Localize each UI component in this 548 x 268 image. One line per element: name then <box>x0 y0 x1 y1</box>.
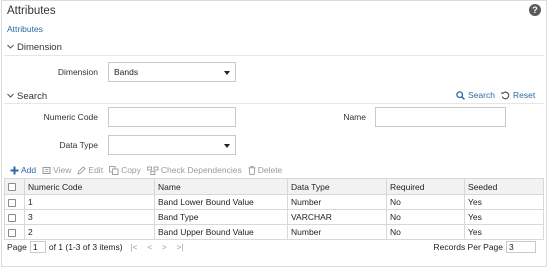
cell-numeric-code: 3 <box>24 209 155 225</box>
data-type-label: Data Type <box>59 140 98 150</box>
records-per-page-label: Records Per Page <box>433 242 503 252</box>
dimension-section-title: Dimension <box>17 42 62 53</box>
column-header-name[interactable]: Name <box>154 178 288 195</box>
add-button-label: Add <box>21 165 37 175</box>
cell-name: Band Upper Bound Value <box>154 224 288 240</box>
records-per-page-input[interactable]: 3 <box>506 241 536 253</box>
page-title: Attributes <box>7 5 56 17</box>
check-dependencies-button[interactable]: Check Dependencies <box>146 165 242 175</box>
data-type-select[interactable] <box>108 135 236 155</box>
search-section-toggle[interactable]: Search <box>7 91 47 102</box>
cell-seeded: Yes <box>464 209 544 225</box>
dimension-select-value: Bands <box>114 67 139 77</box>
cell-required: No <box>386 194 465 210</box>
dimension-label: Dimension <box>57 67 98 77</box>
copy-icon <box>109 165 119 175</box>
chevron-down-icon <box>7 93 14 98</box>
table-row[interactable]: 3 Band Type VARCHAR No Yes <box>4 209 544 225</box>
row-checkbox[interactable] <box>8 198 16 207</box>
cell-name: Band Lower Bound Value <box>154 194 288 210</box>
breadcrumb[interactable]: Attributes <box>7 24 43 34</box>
previous-page-icon[interactable]: < <box>147 243 152 252</box>
view-button-label: View <box>53 165 72 175</box>
row-select-cell[interactable] <box>4 194 25 210</box>
column-header-data-type[interactable]: Data Type <box>287 178 387 195</box>
reset-icon <box>501 91 510 99</box>
column-header-numeric-code[interactable]: Numeric Code <box>24 178 155 195</box>
select-all-checkbox[interactable] <box>8 183 16 192</box>
delete-button-label: Delete <box>257 165 283 175</box>
row-select-cell[interactable] <box>4 209 25 225</box>
cell-required: No <box>386 224 465 240</box>
table-row[interactable]: 2 Band Upper Bound Value Number No Yes <box>4 224 544 240</box>
cell-data-type: VARCHAR <box>287 209 387 225</box>
search-button-label: Search <box>468 90 495 100</box>
cell-seeded: Yes <box>464 224 544 240</box>
search-section-title: Search <box>17 91 48 102</box>
view-button[interactable]: View <box>42 165 71 175</box>
caret-down-icon <box>224 71 230 75</box>
select-all-cell[interactable] <box>4 178 25 195</box>
cell-numeric-code: 2 <box>24 224 155 240</box>
attributes-table: Numeric Code Name Data Type Required See… <box>4 178 544 240</box>
column-header-required[interactable]: Required <box>386 178 465 195</box>
section-divider <box>4 55 544 56</box>
copy-button-label: Copy <box>121 165 141 175</box>
copy-button[interactable]: Copy <box>109 165 141 175</box>
row-select-cell[interactable] <box>4 224 25 240</box>
search-icon <box>456 90 465 100</box>
cell-seeded: Yes <box>464 194 544 210</box>
edit-icon <box>77 165 87 175</box>
caret-down-icon <box>224 144 230 148</box>
help-icon[interactable]: ? <box>529 4 541 16</box>
edit-button[interactable]: Edit <box>77 165 103 175</box>
delete-button[interactable]: Delete <box>248 165 283 175</box>
view-icon <box>42 166 51 174</box>
pagination-bar: Page 1 of 1 (1-3 of 3 items) |< < > >| R… <box>4 239 543 255</box>
row-checkbox[interactable] <box>8 213 16 222</box>
cell-data-type: Number <box>287 224 387 240</box>
records-per-page: Records Per Page 3 <box>434 241 539 253</box>
dimension-section-toggle[interactable]: Dimension <box>7 42 62 53</box>
page-label: Page <box>7 242 27 252</box>
page-count-text: of 1 (1-3 of 3 items) <box>48 242 123 252</box>
cell-required: No <box>386 209 465 225</box>
name-input[interactable] <box>375 107 506 127</box>
reset-button[interactable]: Reset <box>501 90 535 100</box>
numeric-code-label: Numeric Code <box>43 112 98 122</box>
dimension-select[interactable]: Bands <box>108 62 236 82</box>
chevron-down-icon <box>7 44 14 49</box>
grid-toolbar: Add View Edit Copy Check Dependencies De… <box>10 164 288 176</box>
dependencies-icon <box>146 166 159 175</box>
row-checkbox[interactable] <box>8 228 16 237</box>
cell-data-type: Number <box>287 194 387 210</box>
cell-numeric-code: 1 <box>24 194 155 210</box>
trash-icon <box>248 165 256 175</box>
cell-name: Band Type <box>154 209 288 225</box>
first-page-icon[interactable]: |< <box>131 243 138 252</box>
name-label: Name <box>343 112 366 122</box>
section-divider <box>4 103 544 104</box>
edit-button-label: Edit <box>88 165 104 175</box>
table-row[interactable]: 1 Band Lower Bound Value Number No Yes <box>4 194 544 210</box>
numeric-code-input[interactable] <box>108 107 236 127</box>
search-button[interactable]: Search <box>456 90 495 100</box>
table-header-row: Numeric Code Name Data Type Required See… <box>4 178 544 195</box>
check-dependencies-button-label: Check Dependencies <box>160 165 242 175</box>
next-page-icon[interactable]: > <box>162 243 167 252</box>
reset-button-label: Reset <box>513 90 536 100</box>
page-input[interactable]: 1 <box>29 241 46 253</box>
column-header-seeded[interactable]: Seeded <box>464 178 544 195</box>
add-button[interactable]: Add <box>10 165 36 175</box>
plus-icon <box>10 166 19 174</box>
last-page-icon[interactable]: >| <box>177 243 184 252</box>
